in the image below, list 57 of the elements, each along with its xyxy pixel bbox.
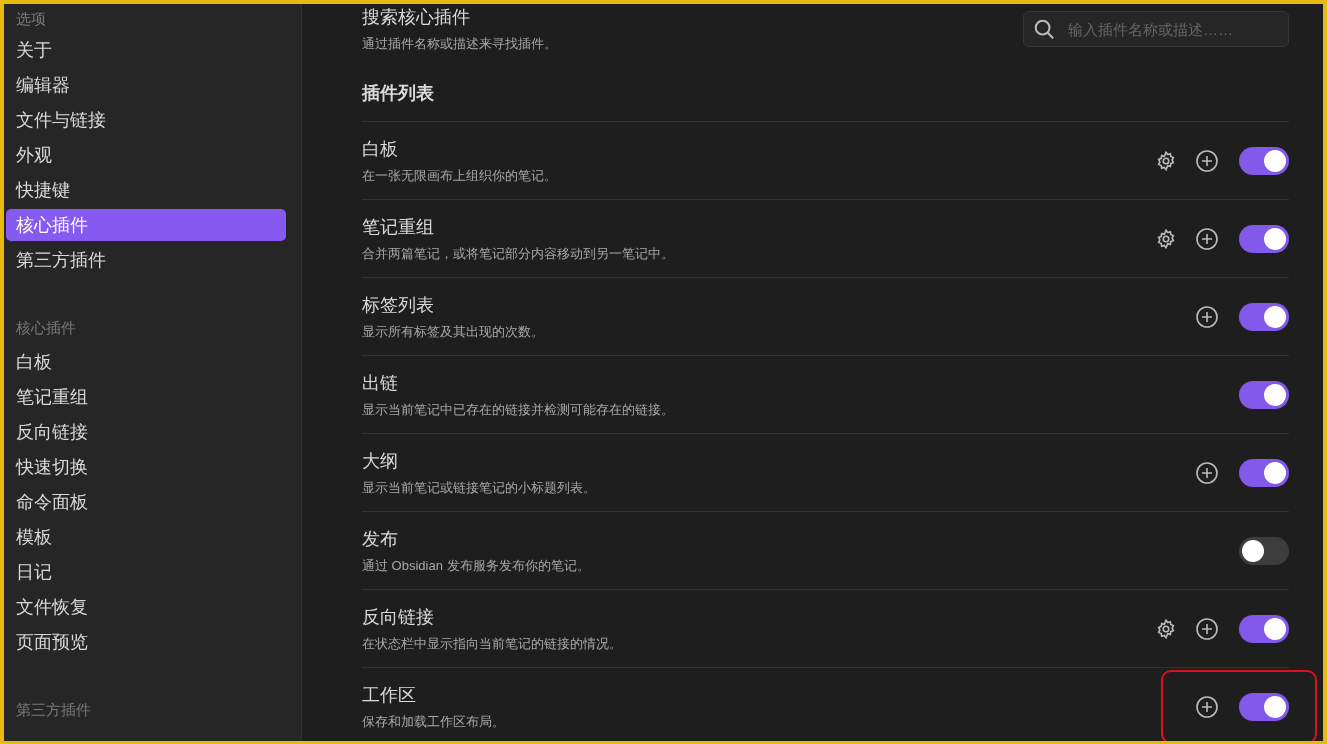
add-hotkey-icon[interactable]	[1195, 148, 1219, 173]
plugin-name: 标签列表	[362, 293, 435, 317]
setting-title: 搜索核心插件	[362, 6, 471, 29]
sidebar-item[interactable]: 关于	[6, 34, 286, 66]
sidebar-item[interactable]: 白板	[6, 346, 286, 378]
plugin-name: 反向链接	[362, 605, 435, 629]
plugin-name: 白板	[362, 137, 399, 161]
plugin-name: 工作区	[362, 683, 417, 707]
sidebar-item[interactable]: 日记	[6, 556, 286, 588]
sidebar-item[interactable]: 核心插件	[6, 209, 286, 241]
sidebar-item[interactable]: 文件恢复	[6, 591, 286, 623]
plugin-description: 合并两篇笔记，或将笔记部分内容移动到另一笔记中。	[362, 244, 675, 263]
sidebar-item[interactable]: 模板	[6, 521, 286, 553]
sidebar-item[interactable]: 页面预览	[6, 626, 286, 658]
sidebar-item[interactable]: 笔记重组	[6, 381, 286, 413]
search-field[interactable]: 输入插件名称或描述……	[1023, 11, 1289, 47]
sidebar-item[interactable]: 命令面板	[6, 486, 286, 518]
toggle-switch[interactable]	[1239, 458, 1289, 487]
toggle-switch[interactable]	[1239, 224, 1289, 253]
sidebar-heading: 第三方插件	[15, 700, 92, 720]
plugin-description: 在一张无限画布上组织你的笔记。	[362, 166, 558, 185]
plugin-description: 显示当前笔记中已存在的链接并检测可能存在的链接。	[362, 400, 675, 419]
plugin-name: 大纲	[362, 449, 399, 473]
sidebar-heading: 核心插件	[15, 318, 77, 338]
plugin-name: 发布	[362, 527, 399, 551]
add-hotkey-icon[interactable]	[1195, 694, 1219, 719]
plugin-description: 通过 Obsidian 发布服务发布你的笔记。	[362, 556, 591, 575]
toggle-switch[interactable]	[1239, 380, 1289, 409]
sidebar-item[interactable]: 文件与链接	[6, 104, 286, 136]
sidebar-item[interactable]: 快捷键	[6, 174, 286, 206]
plugin-name: 笔记重组	[362, 215, 435, 239]
add-hotkey-icon[interactable]	[1195, 226, 1219, 251]
add-hotkey-icon[interactable]	[1195, 460, 1219, 485]
sidebar-item[interactable]: 第三方插件	[6, 244, 286, 276]
add-hotkey-icon[interactable]	[1195, 304, 1219, 329]
sidebar-item[interactable]: 反向链接	[6, 416, 286, 448]
toggle-switch[interactable]	[1239, 146, 1289, 175]
sidebar-heading: 选项	[15, 9, 47, 29]
plugin-description: 保存和加载工作区布局。	[362, 712, 506, 731]
sidebar-item[interactable]: 编辑器	[6, 69, 286, 101]
add-hotkey-icon[interactable]	[1195, 616, 1219, 641]
sidebar-item[interactable]: 快速切换	[6, 451, 286, 483]
plugin-description: 显示所有标签及其出现的次数。	[362, 322, 545, 341]
sidebar-item[interactable]: 外观	[6, 139, 286, 171]
toggle-switch[interactable]	[1239, 302, 1289, 331]
settings-icon[interactable]	[1155, 149, 1177, 172]
settings-icon[interactable]	[1155, 617, 1177, 640]
setting-description: 通过插件名称或描述来寻找插件。	[362, 35, 558, 53]
toggle-switch[interactable]	[1239, 614, 1289, 643]
plugin-description: 在状态栏中显示指向当前笔记的链接的情况。	[362, 634, 623, 653]
search-icon	[1033, 18, 1055, 40]
plugin-name: 出链	[362, 371, 399, 395]
plugin-description: 显示当前笔记或链接笔记的小标题列表。	[362, 478, 597, 497]
toggle-switch[interactable]	[1239, 536, 1289, 565]
settings-icon[interactable]	[1155, 227, 1177, 250]
toggle-switch[interactable]	[1239, 692, 1289, 721]
section-heading: 插件列表	[362, 82, 435, 105]
